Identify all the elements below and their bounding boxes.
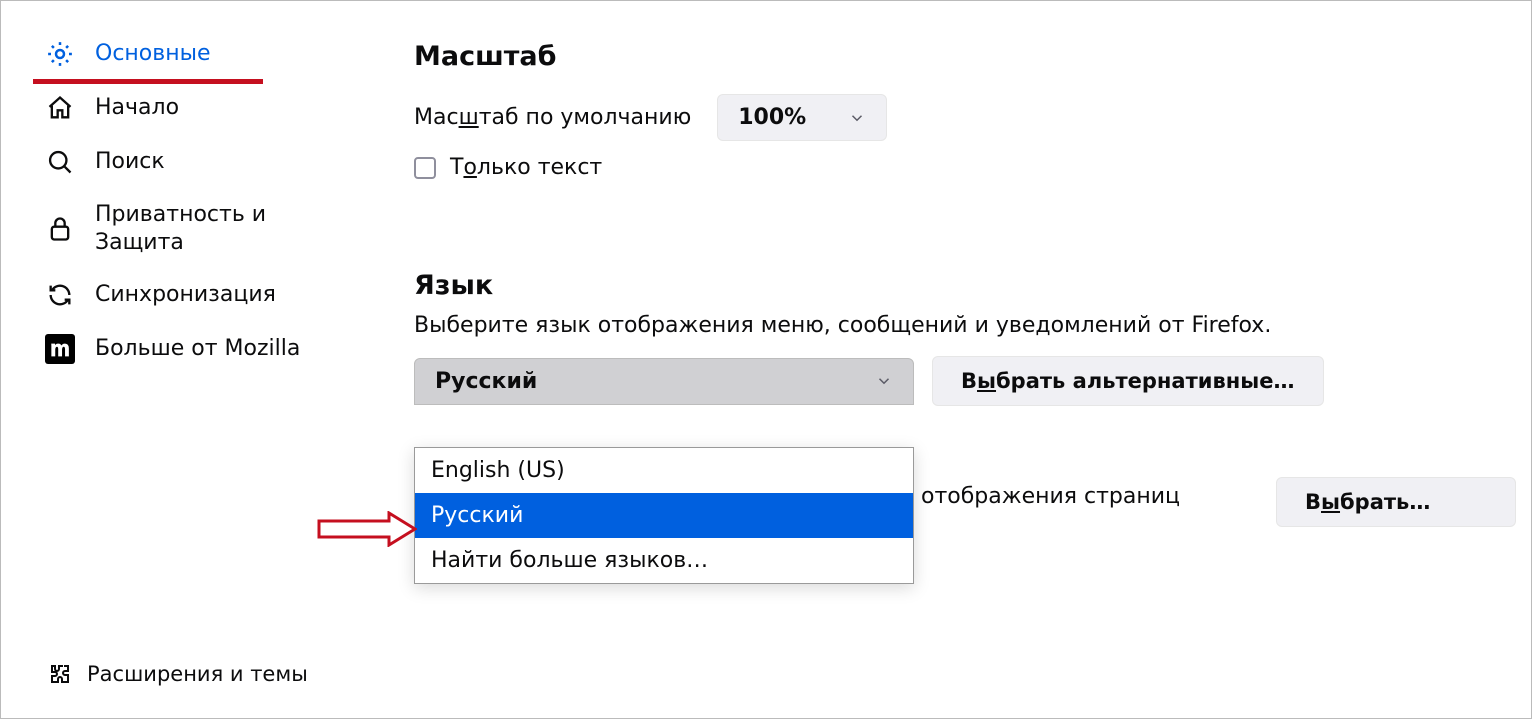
sidebar-item-label: Приватность и Защита: [95, 201, 337, 256]
zoom-text-only-checkbox[interactable]: [414, 157, 436, 179]
language-dropdown: English (US) Русский Найти больше языков…: [414, 447, 914, 584]
sidebar-item-search[interactable]: Поиск: [1, 135, 361, 189]
set-alternative-languages-button[interactable]: Выбрать альтернативные…: [932, 356, 1324, 406]
zoom-heading: Масштаб: [414, 41, 1531, 72]
language-option-russian[interactable]: Русский: [415, 493, 913, 538]
default-zoom-label: Масштаб по умолчанию: [414, 105, 691, 130]
language-heading: Язык: [414, 270, 1531, 301]
choose-languages-button[interactable]: Выбрать…: [1276, 477, 1516, 527]
sidebar-item-label: Начало: [95, 94, 337, 122]
sidebar-item-home[interactable]: Начало: [1, 81, 361, 135]
puzzle-icon: [49, 662, 73, 686]
language-option-english[interactable]: English (US): [415, 448, 913, 493]
default-zoom-value: 100%: [738, 105, 806, 130]
language-select-value: Русский: [435, 369, 537, 394]
home-icon: [45, 93, 75, 123]
default-zoom-select[interactable]: 100%: [717, 94, 887, 141]
sidebar-item-label: Больше от Mozilla: [95, 335, 337, 363]
sidebar-item-privacy[interactable]: Приватность и Защита: [1, 189, 361, 268]
sidebar-item-extensions[interactable]: Расширения и темы: [1, 652, 332, 696]
partially-hidden-text: отображения страниц: [921, 484, 1180, 509]
lock-icon: [45, 214, 75, 244]
sidebar-item-sync[interactable]: Синхронизация: [1, 268, 361, 322]
chevron-down-icon: [848, 109, 866, 127]
mozilla-icon: m: [45, 334, 75, 364]
language-option-find-more[interactable]: Найти больше языков…: [415, 538, 913, 583]
language-select[interactable]: Русский: [414, 358, 914, 405]
sidebar-footer-label: Расширения и темы: [87, 662, 308, 686]
zoom-text-only-row: Только текст: [414, 155, 1531, 180]
sidebar-item-label: Поиск: [95, 148, 337, 176]
settings-pane: Масштаб Масштаб по умолчанию 100% Только…: [414, 41, 1531, 718]
language-section: Язык Выберите язык отображения меню, соо…: [414, 270, 1531, 406]
sidebar-item-mozilla[interactable]: m Больше от Mozilla: [1, 322, 361, 376]
sidebar-item-general[interactable]: Основные: [1, 27, 361, 81]
chevron-down-icon: [875, 372, 893, 390]
language-chooser-row: Русский Выбрать альтернативные…: [414, 356, 1531, 406]
default-zoom-row: Масштаб по умолчанию 100%: [414, 94, 1531, 141]
sidebar-item-label: Основные: [95, 40, 337, 68]
gear-icon: [45, 39, 75, 69]
settings-sidebar: Основные Начало Поиск Приватность и Защи…: [1, 1, 361, 718]
sync-icon: [45, 280, 75, 310]
search-icon: [45, 147, 75, 177]
sidebar-item-label: Синхронизация: [95, 281, 337, 309]
language-description: Выберите язык отображения меню, сообщени…: [414, 313, 1531, 338]
annotation-arrow: [317, 511, 417, 547]
zoom-text-only-label: Только текст: [450, 155, 602, 180]
